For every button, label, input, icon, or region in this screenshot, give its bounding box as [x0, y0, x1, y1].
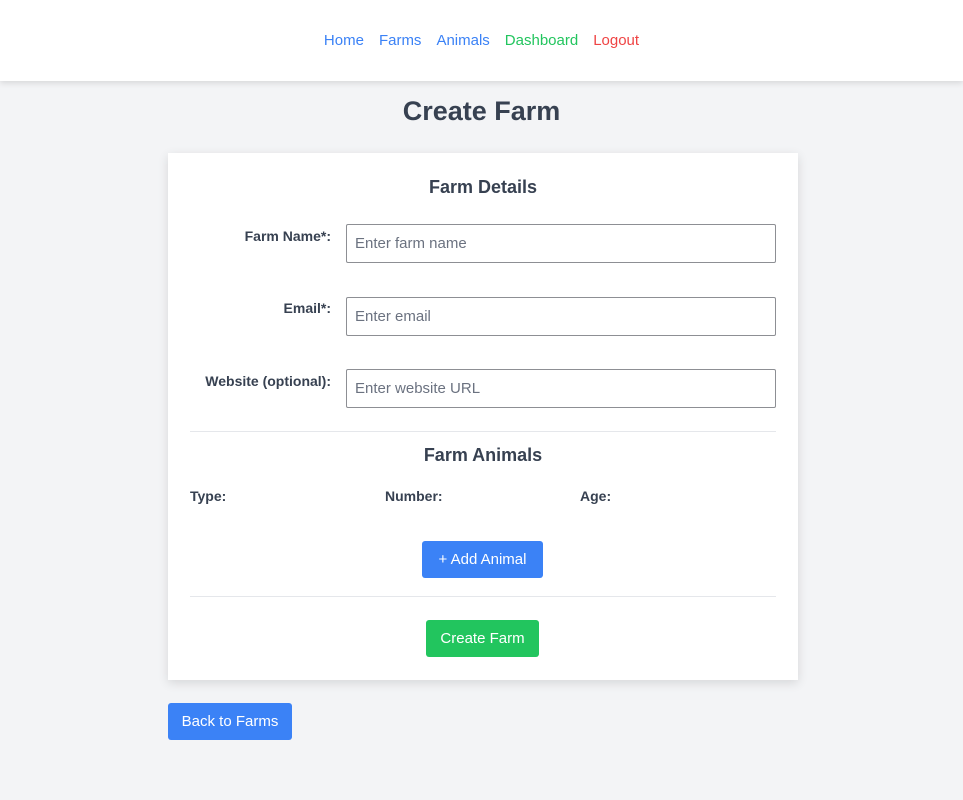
create-farm-button[interactable]: Create Farm: [426, 620, 539, 657]
back-to-farms-button[interactable]: Back to Farms: [168, 703, 292, 740]
email-input[interactable]: [346, 297, 776, 336]
website-label: Website (optional):: [205, 373, 331, 389]
nav-link-home[interactable]: Home: [324, 32, 364, 49]
nav-link-dashboard[interactable]: Dashboard: [505, 32, 578, 49]
website-input[interactable]: [346, 369, 776, 408]
farm-name-input[interactable]: [346, 224, 776, 263]
add-animal-button[interactable]: + Add Animal: [422, 541, 543, 578]
farm-details-heading: Farm Details: [428, 177, 538, 197]
animal-number-column-label: Number:: [385, 488, 443, 504]
nav-link-logout[interactable]: Logout: [593, 32, 639, 49]
farm-name-label: Farm Name*:: [244, 228, 331, 244]
nav-link-animals[interactable]: Animals: [436, 32, 489, 49]
animal-age-column-label: Age:: [580, 488, 612, 504]
create-farm-form-card: Farm Details Farm Name*: Email*: Website…: [168, 153, 798, 680]
page-title: Create Farm: [402, 96, 561, 126]
top-navbar: Home Farms Animals Dashboard Logout: [0, 0, 963, 81]
email-label: Email*:: [283, 300, 331, 316]
nav-link-farms[interactable]: Farms: [379, 32, 422, 49]
section-divider: [190, 431, 776, 432]
farm-animals-heading: Farm Animals: [423, 445, 543, 465]
section-divider: [190, 596, 776, 597]
animal-type-column-label: Type:: [190, 488, 227, 504]
